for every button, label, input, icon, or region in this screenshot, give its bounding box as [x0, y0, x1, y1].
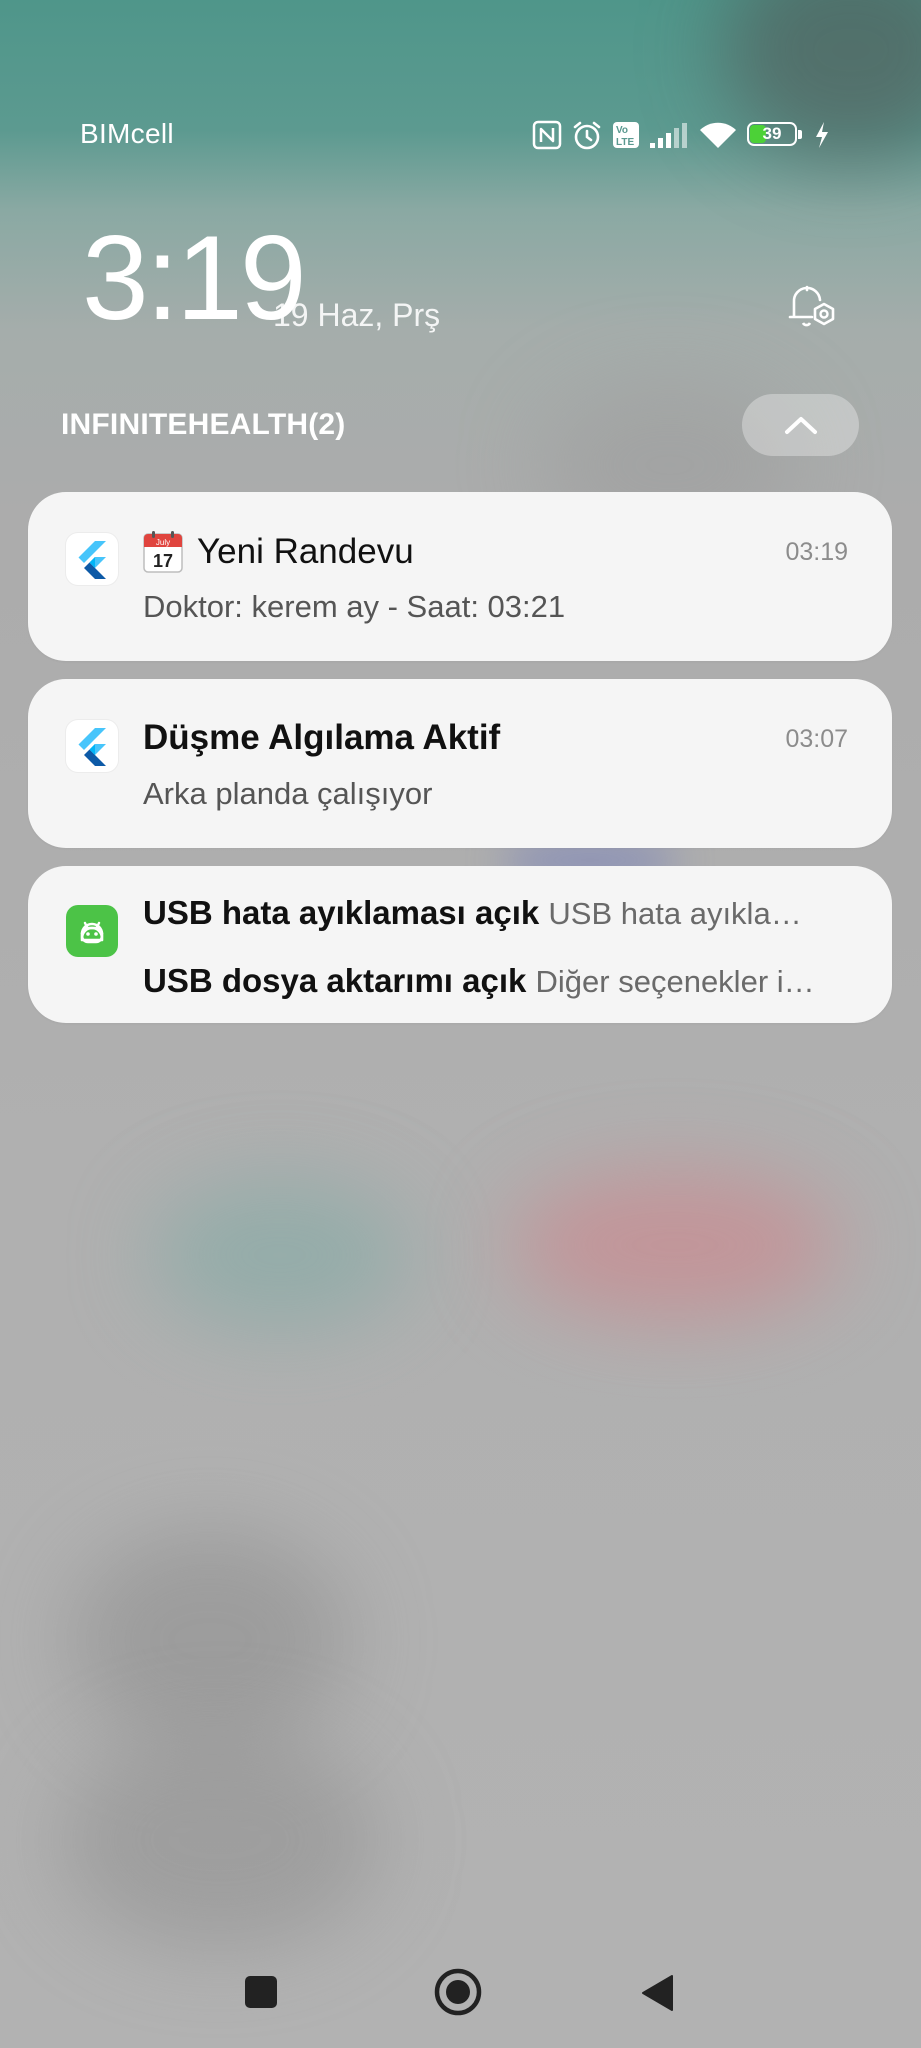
notification-settings-button[interactable]: [782, 276, 842, 336]
usb-debugging-row: USB hata ayıklaması açık USB hata ayıkla…: [143, 894, 863, 932]
usb-file-transfer-row: USB dosya aktarımı açık Diğer seçenekler…: [143, 962, 863, 1000]
notification-title: Düşme Algılama Aktif: [143, 718, 501, 757]
calendar-icon: July 17: [143, 531, 183, 573]
usb-debugging-title: USB hata ayıklaması açık: [143, 894, 540, 931]
battery-level: 39: [762, 124, 782, 143]
recents-button[interactable]: [240, 1971, 282, 2013]
collapse-group-button[interactable]: [742, 394, 859, 456]
notification-card-appointment[interactable]: July 17 Yeni Randevu 03:19 Doktor: kerem…: [28, 492, 892, 661]
svg-text:Vo: Vo: [616, 125, 628, 136]
wifi-icon: [698, 120, 738, 150]
square-icon: [245, 1976, 277, 2008]
notification-time: 03:07: [785, 725, 848, 753]
back-button[interactable]: [636, 1972, 678, 2014]
charging-icon: [814, 121, 830, 149]
notification-text: Arka planda çalışıyor: [143, 776, 433, 811]
notification-card-fall-detection[interactable]: Düşme Algılama Aktif 03:07 Arka planda ç…: [28, 679, 892, 848]
home-button[interactable]: [432, 1966, 484, 2018]
usb-file-transfer-text: Diğer seçenekler i…: [535, 964, 815, 999]
notification-time: 03:19: [785, 538, 848, 566]
flutter-icon: [66, 720, 118, 772]
volte-icon: Vo LTE: [612, 121, 640, 149]
calendar-month: July: [156, 538, 170, 547]
navigation-bar: [0, 1960, 921, 2028]
usb-file-transfer-title: USB dosya aktarımı açık: [143, 962, 527, 999]
nfc-icon: [532, 120, 562, 150]
circle-icon: [434, 1968, 482, 2016]
calendar-day: 17: [153, 551, 173, 571]
notification-group-title: INFINITEHEALTH(2): [61, 408, 346, 441]
flutter-icon: [66, 533, 118, 585]
triangle-back-icon: [642, 1975, 673, 2011]
usb-debugging-text: USB hata ayıkla…: [548, 896, 802, 931]
svg-text:LTE: LTE: [616, 137, 634, 148]
lockscreen-date: 19 Haz, Prş: [273, 297, 441, 333]
notification-title: Yeni Randevu: [197, 532, 414, 571]
chevron-up-icon: [784, 417, 817, 434]
status-bar: BIMcell Vo LTE 39: [0, 0, 921, 150]
bell-settings-icon: [788, 285, 835, 327]
notification-text: Doktor: kerem ay - Saat: 03:21: [143, 589, 566, 624]
alarm-icon: [571, 119, 603, 151]
battery-icon: 39: [747, 122, 805, 148]
notification-card-usb[interactable]: USB hata ayıklaması açık USB hata ayıkla…: [28, 866, 892, 1023]
lockscreen-time: 3:19: [82, 211, 307, 345]
android-icon: [66, 905, 118, 957]
signal-icon: [649, 121, 689, 149]
status-icons: Vo LTE 39: [532, 117, 830, 153]
carrier-name: BIMcell: [80, 118, 174, 149]
